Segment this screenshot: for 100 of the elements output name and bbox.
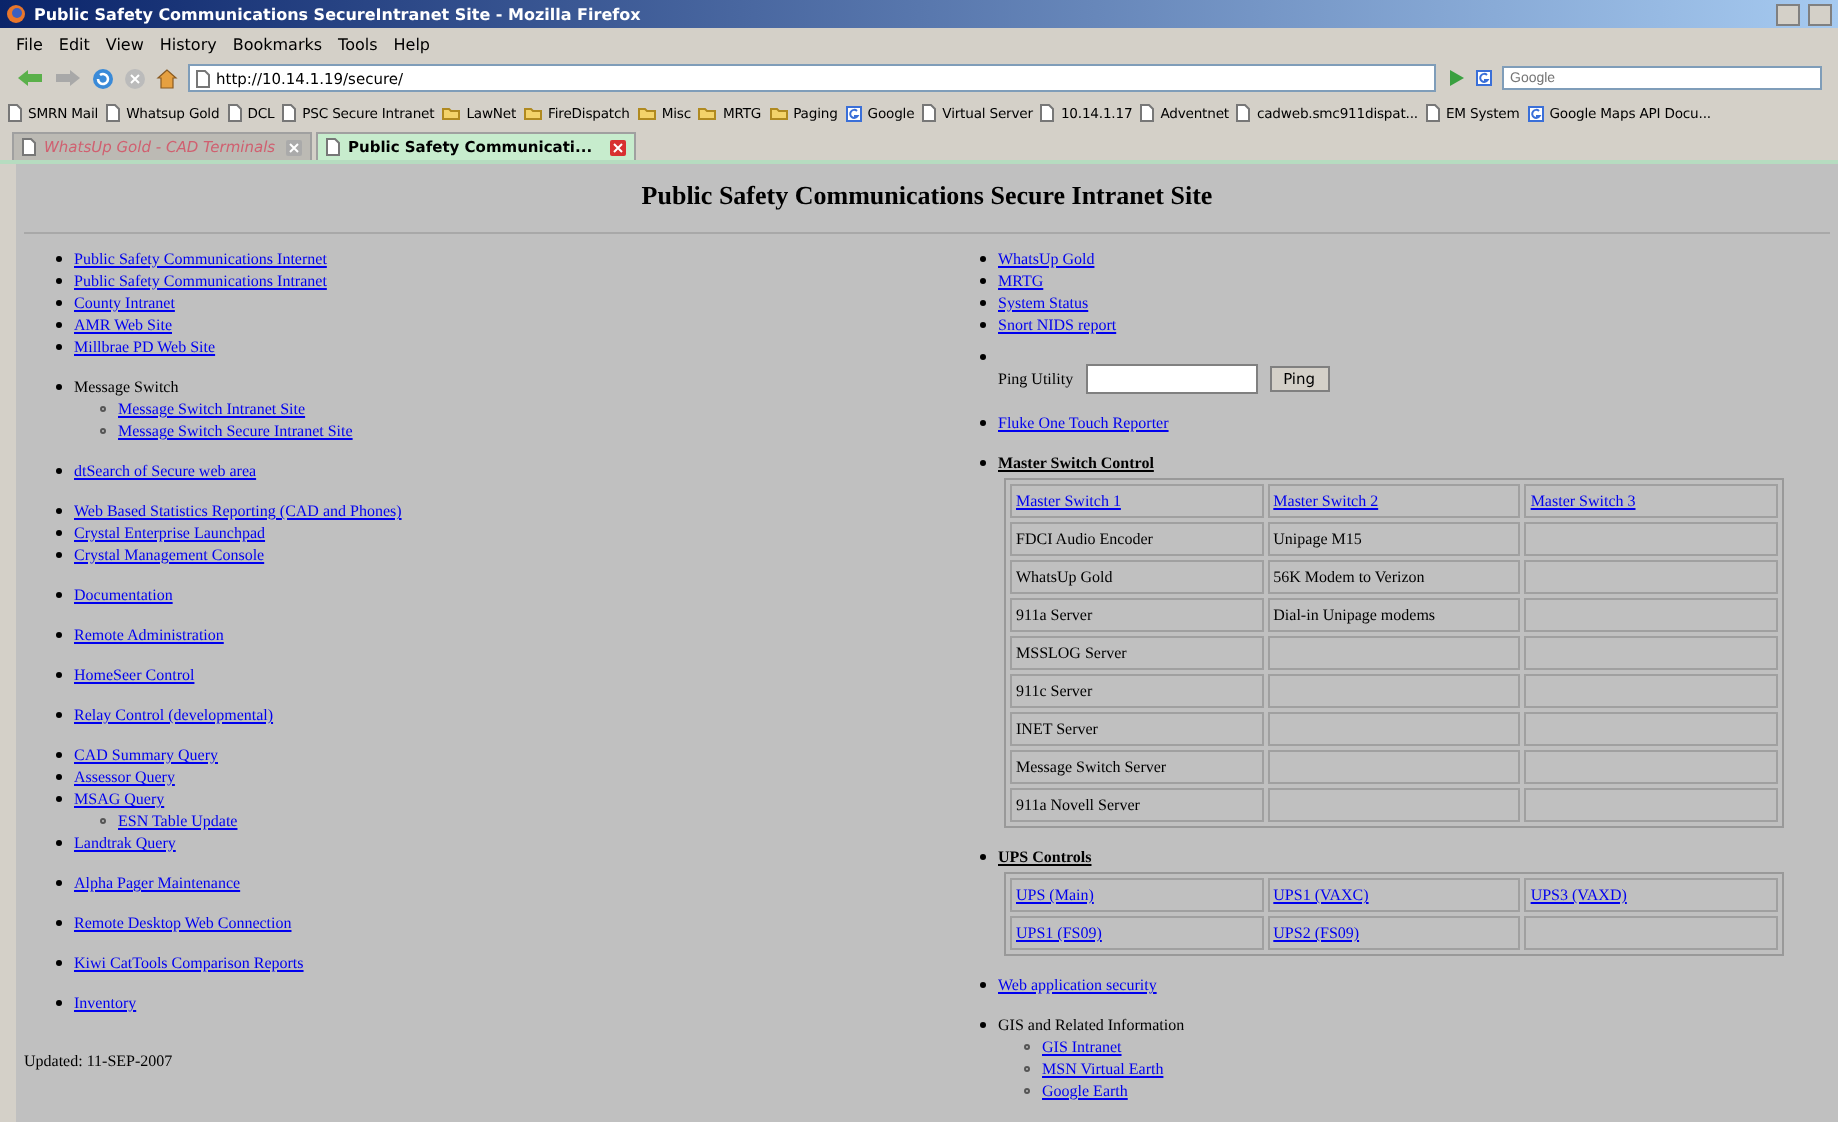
- link[interactable]: Message Switch Secure Intranet Site: [118, 420, 353, 442]
- link[interactable]: Millbrae PD Web Site: [74, 336, 216, 358]
- link[interactable]: Crystal Management Console: [74, 544, 265, 566]
- link[interactable]: Google Earth: [1042, 1080, 1128, 1102]
- close-icon[interactable]: [286, 139, 302, 155]
- link[interactable]: Snort NIDS report: [998, 314, 1117, 336]
- home-icon[interactable]: [156, 67, 178, 89]
- link[interactable]: WhatsUp Gold: [998, 248, 1095, 270]
- link[interactable]: System Status: [998, 292, 1089, 314]
- link[interactable]: Message Switch Intranet Site: [118, 398, 306, 420]
- link[interactable]: Web Based Statistics Reporting (CAD and Phones): [74, 500, 402, 522]
- bullet-icon: [56, 468, 62, 474]
- link[interactable]: UPS (Main): [1016, 886, 1094, 904]
- page-icon: [282, 104, 297, 122]
- bullet-icon: [56, 752, 62, 758]
- link[interactable]: GIS Intranet: [1042, 1036, 1122, 1058]
- link[interactable]: Landtrak Query: [74, 832, 176, 854]
- reload-icon[interactable]: [92, 67, 114, 89]
- bullet-icon: [980, 278, 986, 284]
- link[interactable]: Master Switch 3: [1530, 492, 1636, 510]
- bullet-icon: [56, 712, 62, 718]
- cell-text: MSSLOG Server: [1016, 644, 1127, 662]
- link[interactable]: MSAG Query: [74, 788, 165, 810]
- link[interactable]: Assessor Query: [74, 766, 175, 788]
- link[interactable]: HomeSeer Control: [74, 664, 195, 686]
- link[interactable]: County Intranet: [74, 292, 175, 314]
- bullet-icon: [1024, 1044, 1030, 1050]
- link[interactable]: ESN Table Update: [118, 810, 238, 832]
- cell-text: Unipage M15: [1273, 530, 1362, 548]
- link[interactable]: Kiwi CatTools Comparison Reports: [74, 952, 304, 974]
- browser-logo-icon: [6, 4, 26, 24]
- menu-item[interactable]: View: [105, 35, 144, 53]
- link[interactable]: AMR Web Site: [74, 314, 172, 336]
- link[interactable]: Public Safety Communications Internet: [74, 248, 327, 270]
- link[interactable]: Master Switch 2: [1273, 492, 1379, 510]
- menu-item[interactable]: File: [16, 35, 43, 53]
- link[interactable]: MRTG: [998, 270, 1044, 292]
- menu-item[interactable]: Bookmarks: [232, 35, 323, 53]
- menu-item[interactable]: History: [159, 35, 217, 53]
- cell-text: 911a Novell Server: [1016, 796, 1140, 814]
- bullet-icon: [56, 322, 62, 328]
- folder-icon: [442, 106, 461, 120]
- minimize-button[interactable]: [1776, 3, 1800, 25]
- link[interactable]: Remote Administration: [74, 624, 224, 646]
- bullet-icon: [1024, 1066, 1030, 1072]
- cell-text: WhatsUp Gold: [1016, 568, 1113, 586]
- bullet-icon: [56, 672, 62, 678]
- link[interactable]: CAD Summary Query: [74, 744, 218, 766]
- section-title: UPS Controls: [998, 846, 1092, 868]
- bullet-icon: [56, 592, 62, 598]
- bullet-icon: [980, 256, 986, 262]
- link[interactable]: Web application security: [998, 974, 1157, 996]
- link[interactable]: Inventory: [74, 992, 137, 1014]
- link[interactable]: MSN Virtual Earth: [1042, 1058, 1164, 1080]
- bullet-icon: [56, 300, 62, 306]
- bullet-icon: [56, 256, 62, 262]
- cell-text: Message Switch Server: [1016, 758, 1167, 776]
- forward-icon[interactable]: [54, 68, 82, 88]
- page-icon: [106, 104, 121, 122]
- page-icon: [1040, 104, 1055, 122]
- bullet-icon: [56, 384, 62, 390]
- updated-date: Updated: 11-SEP-2007: [22, 1050, 175, 1070]
- menu-item[interactable]: Edit: [58, 35, 90, 53]
- cell-text: FDCI Audio Encoder: [1016, 530, 1153, 548]
- link[interactable]: UPS1 (VAXC): [1273, 886, 1369, 904]
- item-label: Message Switch: [74, 376, 179, 398]
- bullet-icon: [100, 818, 106, 824]
- link[interactable]: Master Switch 1: [1016, 492, 1121, 510]
- link[interactable]: Documentation: [74, 584, 173, 606]
- menu-item[interactable]: Help: [393, 35, 431, 53]
- bullet-icon: [980, 460, 986, 466]
- bullet-icon: [56, 840, 62, 846]
- page-icon: [1236, 104, 1251, 122]
- link[interactable]: Alpha Pager Maintenance: [74, 872, 241, 894]
- folder-icon: [698, 106, 717, 120]
- bullet-icon: [56, 632, 62, 638]
- google-icon: [1527, 105, 1544, 121]
- link[interactable]: Crystal Enterprise Launchpad: [74, 522, 266, 544]
- close-icon[interactable]: [610, 139, 626, 155]
- link[interactable]: Relay Control (developmental): [74, 704, 274, 726]
- ping-field[interactable]: [1085, 364, 1258, 394]
- link[interactable]: UPS1 (FS09): [1016, 924, 1102, 942]
- bullet-icon: [56, 920, 62, 926]
- cell-text: Dial-in Unipage modems: [1273, 606, 1436, 624]
- link[interactable]: UPS3 (VAXD): [1530, 886, 1627, 904]
- bullet-icon: [56, 530, 62, 536]
- link[interactable]: Remote Desktop Web Connection: [74, 912, 292, 934]
- go-icon[interactable]: [1446, 68, 1466, 88]
- stop-icon[interactable]: [124, 67, 146, 89]
- link[interactable]: dtSearch of Secure web area: [74, 460, 257, 482]
- link[interactable]: UPS2 (FS09): [1273, 924, 1360, 942]
- menu-item[interactable]: Tools: [338, 35, 378, 53]
- link[interactable]: Public Safety Communications Intranet: [74, 270, 327, 292]
- bullet-icon: [980, 354, 986, 360]
- bullet-icon: [980, 420, 986, 426]
- page-icon: [326, 138, 340, 156]
- back-icon[interactable]: [16, 68, 44, 88]
- bullet-icon: [1024, 1088, 1030, 1094]
- link[interactable]: Fluke One Touch Reporter: [998, 412, 1169, 434]
- maximize-button[interactable]: [1808, 3, 1832, 25]
